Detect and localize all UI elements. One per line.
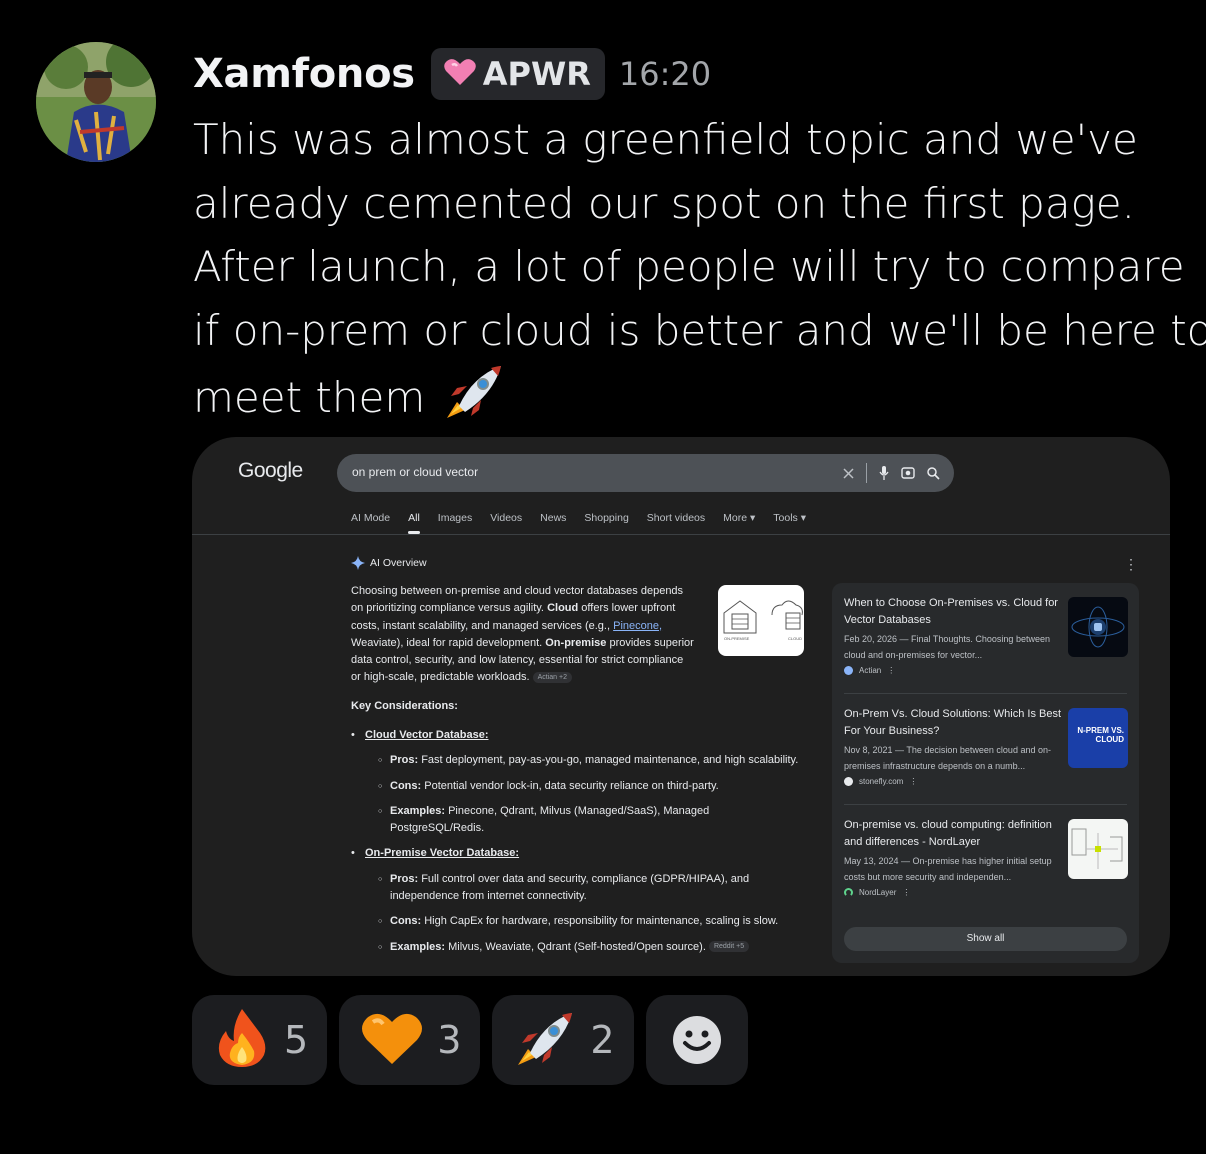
- source-chip: Reddit +5: [708, 941, 750, 953]
- avatar[interactable]: [36, 42, 156, 162]
- source-divider: [844, 804, 1127, 805]
- reactions-bar: 5 3 2: [192, 995, 748, 1085]
- tab-news: News: [540, 512, 567, 524]
- source-site: NordLayer: [859, 888, 897, 897]
- message-line: already cemented our spot on the first p…: [193, 178, 1135, 228]
- reaction-count: 3: [437, 1018, 462, 1062]
- svg-text:CLOUD: CLOUD: [788, 636, 802, 641]
- reaction-count: 5: [284, 1018, 309, 1062]
- username[interactable]: Xamfonos: [193, 51, 415, 97]
- camera-icon: [901, 467, 915, 479]
- attachment-image[interactable]: Google on prem or cloud vector AI Mode A…: [192, 437, 1170, 976]
- source-site: Actian: [859, 666, 882, 675]
- search-query: on prem or cloud vector: [352, 465, 479, 479]
- more-options-icon: ⋮: [887, 666, 896, 675]
- source-title: On-premise vs. cloud computing: definiti…: [844, 819, 1052, 848]
- reaction-count: 2: [590, 1018, 615, 1062]
- tab-ai-mode: AI Mode: [351, 512, 391, 524]
- source-chip: Actian +2: [532, 672, 572, 684]
- tab-all: All: [408, 512, 420, 534]
- rocket-emoji: [514, 1008, 576, 1072]
- message-line: After launch, a lot of people will try t…: [193, 242, 1185, 291]
- tabs-divider: [192, 534, 1170, 535]
- tab-videos: Videos: [490, 512, 523, 524]
- add-reaction-button[interactable]: [645, 995, 748, 1085]
- list-item: Cloud Vector Database: Pros: Fast deploy…: [351, 727, 821, 837]
- close-icon: [843, 467, 854, 479]
- ai-overview-label: AI Overview: [370, 557, 427, 569]
- source-card: On-premise vs. cloud computing: definiti…: [844, 817, 1128, 897]
- reaction-fire[interactable]: 5: [192, 995, 328, 1085]
- site-icon: [844, 777, 853, 786]
- more-options-icon: ⋮: [902, 888, 911, 897]
- ai-overview-image: ON-PREMISE CLOUD: [718, 585, 804, 656]
- source-card: On-Prem Vs. Cloud Solutions: Which Is Be…: [844, 706, 1128, 786]
- fire-emoji: [214, 1007, 270, 1073]
- ai-overview-header: AI Overview: [351, 556, 427, 570]
- message-line: This was almost a greenfield topic and w…: [193, 115, 1138, 164]
- sources-panel: When to Choose On-Premises vs. Cloud for…: [832, 583, 1139, 963]
- sparkle-icon: [351, 556, 365, 570]
- tab-short-videos: Short videos: [646, 512, 706, 524]
- site-icon: [844, 666, 853, 675]
- search-icon: [927, 466, 940, 480]
- source-thumbnail: N-PREM VS. CLOUD: [1068, 708, 1128, 768]
- tab-images: Images: [437, 512, 473, 524]
- source-divider: [844, 693, 1127, 694]
- tab-shopping: Shopping: [584, 512, 629, 524]
- svg-text:ON-PREMISE: ON-PREMISE: [724, 636, 750, 641]
- reaction-rocket[interactable]: 2: [492, 995, 634, 1085]
- source-card: When to Choose On-Premises vs. Cloud for…: [844, 595, 1128, 675]
- message-line: meet them: [193, 362, 1193, 438]
- more-options-icon: ⋮: [909, 777, 918, 786]
- guild-tag-label: APWR: [482, 55, 591, 93]
- considerations-list: Cloud Vector Database: Pros: Fast deploy…: [351, 727, 821, 964]
- ai-overview-intro: Choosing between on-premise and cloud ve…: [351, 585, 694, 684]
- message-header: Xamfonos APWR 16:20: [193, 48, 711, 100]
- search-divider: [866, 463, 867, 483]
- message-content: This was almost a greenfield topic and w…: [193, 108, 1206, 438]
- key-considerations-heading: Key Considerations:: [351, 700, 458, 712]
- tab-more: More ▾: [723, 512, 756, 524]
- reaction-orange-heart[interactable]: 3: [339, 995, 481, 1085]
- source-title: On-Prem Vs. Cloud Solutions: Which Is Be…: [844, 708, 1062, 737]
- search-bar: on prem or cloud vector: [337, 454, 954, 492]
- search-tabs: AI Mode All Images Videos News Shopping …: [351, 512, 806, 534]
- guild-tag[interactable]: APWR: [430, 48, 605, 100]
- source-thumbnail: [1068, 597, 1128, 657]
- timestamp[interactable]: 16:20: [619, 55, 711, 93]
- source-snippet: Feb 20, 2026 — Final Thoughts. Choosing …: [844, 634, 1050, 660]
- orange-heart-emoji: [361, 1010, 423, 1070]
- show-all-button: Show all: [844, 927, 1127, 951]
- rocket-emoji: [443, 362, 505, 438]
- list-item: On-Premise Vector Database: Pros: Full c…: [351, 845, 821, 956]
- microphone-icon: [879, 466, 889, 480]
- source-site: stonefly.com: [859, 777, 904, 786]
- source-thumbnail: [1068, 819, 1128, 879]
- site-icon: [844, 888, 853, 897]
- smiley-icon: [672, 1016, 721, 1064]
- source-snippet: Nov 8, 2021 — The decision between cloud…: [844, 745, 1051, 771]
- source-title: When to Choose On-Premises vs. Cloud for…: [844, 597, 1058, 626]
- source-snippet: May 13, 2024 — On-premise has higher ini…: [844, 856, 1052, 882]
- tab-tools: Tools ▾: [773, 512, 806, 524]
- pink-heart-icon: [443, 57, 477, 91]
- message-line: if on-prem or cloud is better and we'll …: [193, 305, 1206, 355]
- google-logo: Google: [238, 459, 303, 482]
- more-options-icon: ⋮: [1124, 556, 1138, 572]
